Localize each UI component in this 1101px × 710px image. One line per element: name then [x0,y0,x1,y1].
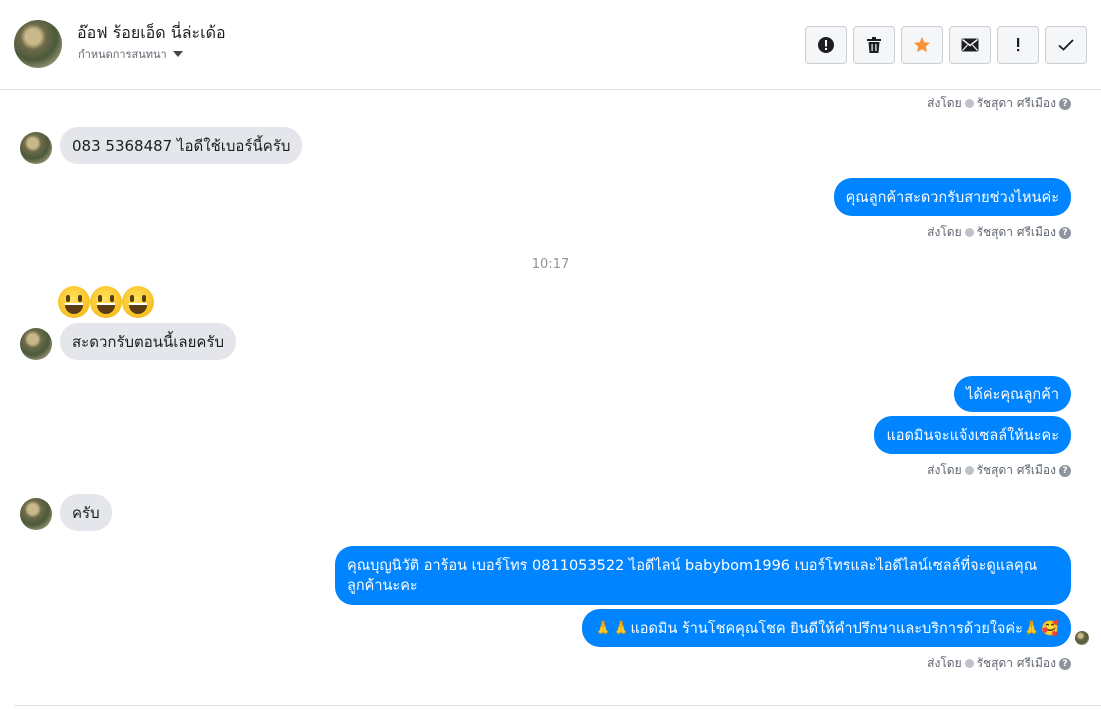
sent-by-name[interactable]: รัชสุดา ศรีเมือง [977,654,1056,673]
message-text: แอดมิน ร้านโชคคุณโชค ยินดีให้คำปรึกษาและ… [630,620,1023,637]
follow-up-button[interactable] [997,26,1039,64]
seen-avatar [1075,631,1089,645]
composer-divider [14,705,1101,706]
conversation-settings-dropdown[interactable]: กำหนดการสนทนา [78,45,183,63]
outgoing-message[interactable]: คุณบุญนิวัติ อาร้อน เบอร์โทร 0811053522 … [335,546,1071,605]
sent-by-meta: ส่งโดย รัชสุดา ศรีเมือง ? [927,223,1071,242]
folded-hands-smiling-emoji-icon: 🙏🥰 [1022,620,1059,637]
emoji-message[interactable] [58,286,154,318]
time-separator: 10:17 [531,257,570,272]
checkmark-icon [1058,39,1074,51]
mark-unread-button[interactable] [949,26,991,64]
grinning-face-emoji-icon [90,286,122,318]
contact-avatar-small[interactable] [20,132,52,164]
contact-name[interactable]: อ๊อฟ ร้อยเอ็ด นี่ล่ะเด้อ [77,21,226,46]
mark-done-button[interactable] [1045,26,1087,64]
incoming-message[interactable]: ครับ [60,494,112,531]
outgoing-message[interactable]: คุณลูกค้าสะดวกรับสายช่วงไหนค่ะ [833,178,1071,216]
conversation-toolbar [805,26,1087,64]
conversation-settings-label: กำหนดการสนทนา [78,48,167,61]
sent-by-meta: ส่งโดย รัชสุดา ศรีเมือง ? [927,654,1071,673]
outgoing-message[interactable]: แอดมินจะแจ้งเซลล์ให้นะคะ [874,416,1071,454]
sent-by-prefix: ส่งโดย [927,463,962,477]
incoming-message[interactable]: 083 5368487 ไอดีใช้เบอร์นี้ครับ [60,127,303,164]
sent-by-prefix: ส่งโดย [927,96,962,110]
contact-avatar[interactable] [14,20,62,68]
sent-by-meta: ส่งโดย รัชสุดา ศรีเมือง ? [927,461,1071,480]
contact-avatar-small[interactable] [20,498,52,530]
trash-icon [867,37,881,53]
sent-by-name[interactable]: รัชสุดา ศรีเมือง [977,94,1056,113]
contact-avatar-small[interactable] [20,328,52,360]
alert-circle-icon [818,37,834,53]
message-thread[interactable]: ส่งโดย รัชสุดา ศรีเมือง ? 083 5368487 ไอ… [0,91,1101,705]
help-icon[interactable]: ? [1059,657,1071,670]
page-icon [964,99,974,108]
exclamation-icon [1017,38,1020,52]
sent-by-name[interactable]: รัชสุดา ศรีเมือง [977,223,1056,242]
page-icon [964,659,974,668]
grinning-face-emoji-icon [58,286,90,318]
star-icon [914,37,930,53]
sent-by-prefix: ส่งโดย [927,656,962,670]
report-spam-button[interactable] [805,26,847,64]
folded-hands-emoji-icon: 🙏🙏 [594,620,631,637]
sent-by-prefix: ส่งโดย [927,225,962,239]
caret-down-icon [172,51,183,57]
incoming-message[interactable]: สะดวกรับตอนนี้เลยครับ [60,323,237,360]
outgoing-message[interactable]: 🙏🙏 แอดมิน ร้านโชคคุณโชค ยินดีให้คำปรึกษา… [582,609,1071,647]
page-icon [964,466,974,475]
conversation-header: อ๊อฟ ร้อยเอ็ด นี่ล่ะเด้อ กำหนดการสนทนา [0,0,1101,90]
sent-by-name[interactable]: รัชสุดา ศรีเมือง [977,461,1056,480]
help-icon[interactable]: ? [1059,464,1071,477]
outgoing-message[interactable]: ได้ค่ะคุณลูกค้า [954,376,1071,412]
star-button[interactable] [901,26,943,64]
envelope-icon [961,38,979,52]
page-icon [964,228,974,237]
sent-by-meta: ส่งโดย รัชสุดา ศรีเมือง ? [927,94,1071,113]
help-icon[interactable]: ? [1059,226,1071,239]
delete-button[interactable] [853,26,895,64]
help-icon[interactable]: ? [1059,97,1071,110]
grinning-face-emoji-icon [122,286,154,318]
